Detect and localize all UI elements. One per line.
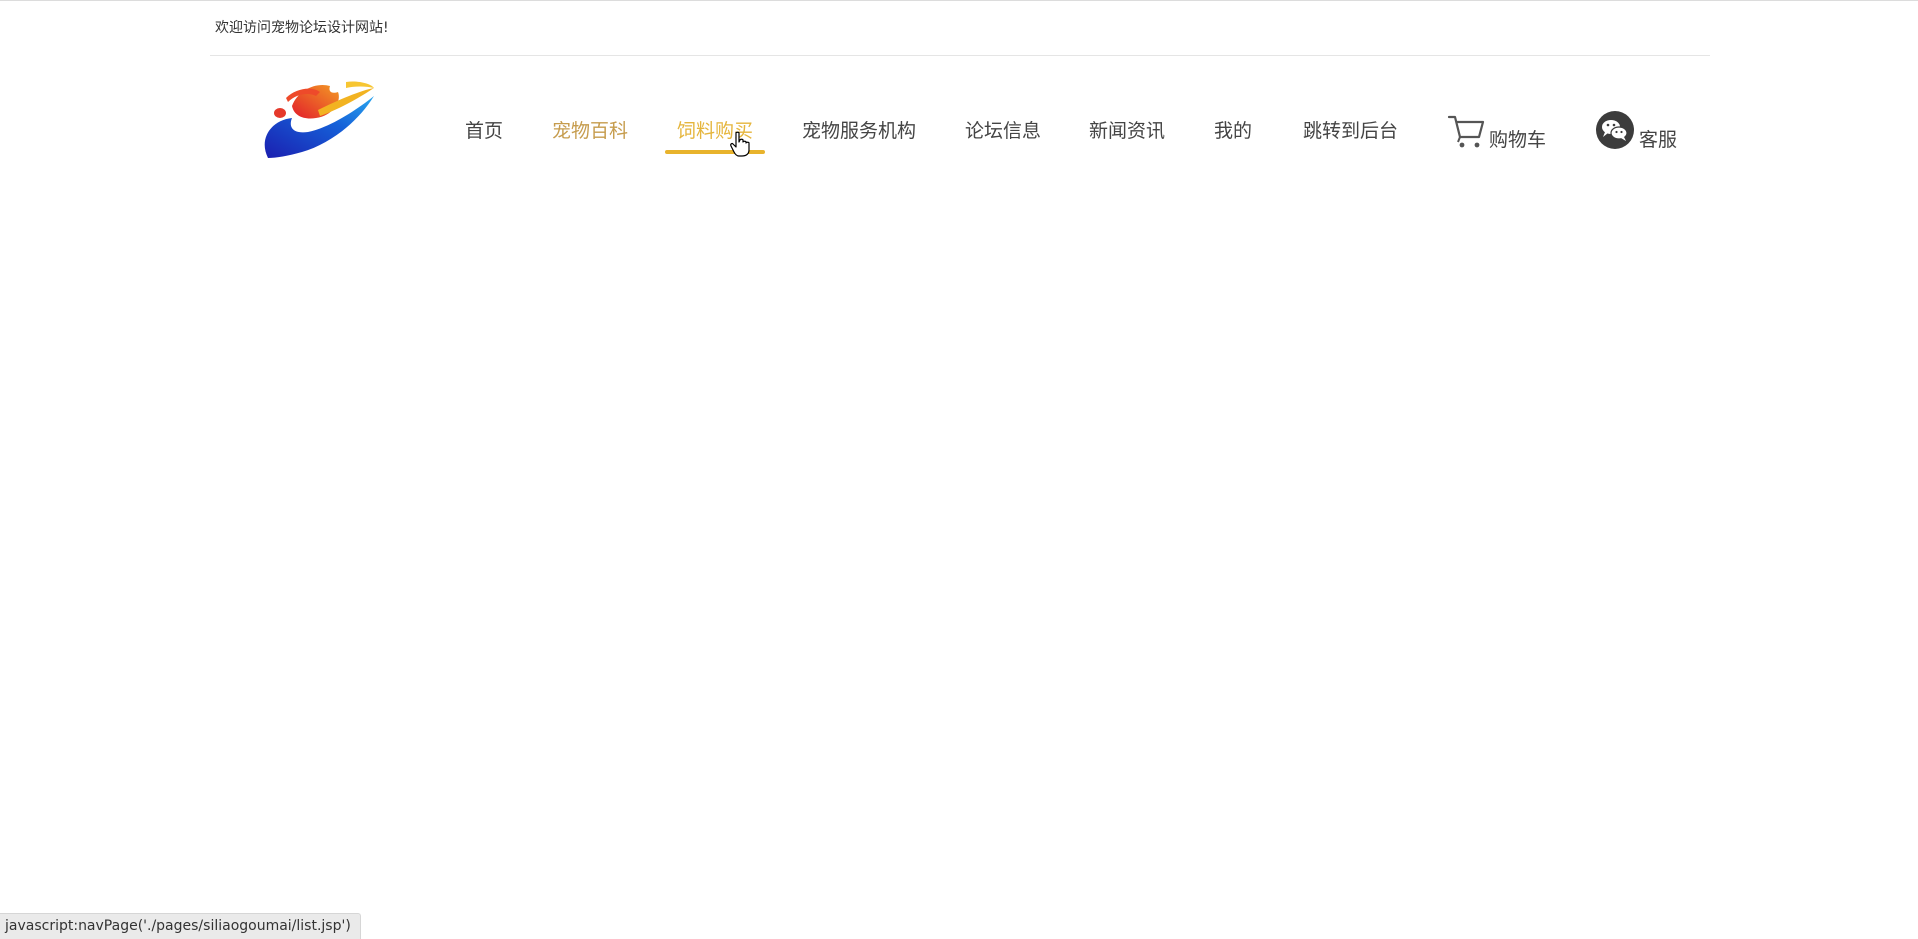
welcome-bar: 欢迎访问宠物论坛设计网站! xyxy=(210,1,1710,56)
nav-home[interactable]: 首页 xyxy=(465,119,503,143)
active-nav-underline xyxy=(665,150,765,154)
nav-pet-encyclopedia[interactable]: 宠物百科 xyxy=(552,119,628,143)
hand-pointer-cursor-icon xyxy=(730,131,750,157)
nav-news[interactable]: 新闻资讯 xyxy=(1089,119,1165,143)
customer-service-button[interactable]: 客服 xyxy=(1596,111,1696,155)
cart-label: 购物车 xyxy=(1489,129,1547,151)
wechat-icon xyxy=(1596,111,1634,149)
welcome-text: 欢迎访问宠物论坛设计网站! xyxy=(215,20,389,36)
cart-button[interactable]: 购物车 xyxy=(1447,113,1557,153)
browser-status-bar: javascript:navPage('./pages/siliaogoumai… xyxy=(0,913,361,939)
nav-forum-info[interactable]: 论坛信息 xyxy=(965,119,1041,143)
nav-pet-service-agencies[interactable]: 宠物服务机构 xyxy=(802,119,916,143)
nav-mine[interactable]: 我的 xyxy=(1214,119,1252,143)
customer-service-label: 客服 xyxy=(1639,129,1678,151)
nav-go-to-admin[interactable]: 跳转到后台 xyxy=(1303,119,1398,143)
shopping-cart-icon xyxy=(1447,115,1485,148)
